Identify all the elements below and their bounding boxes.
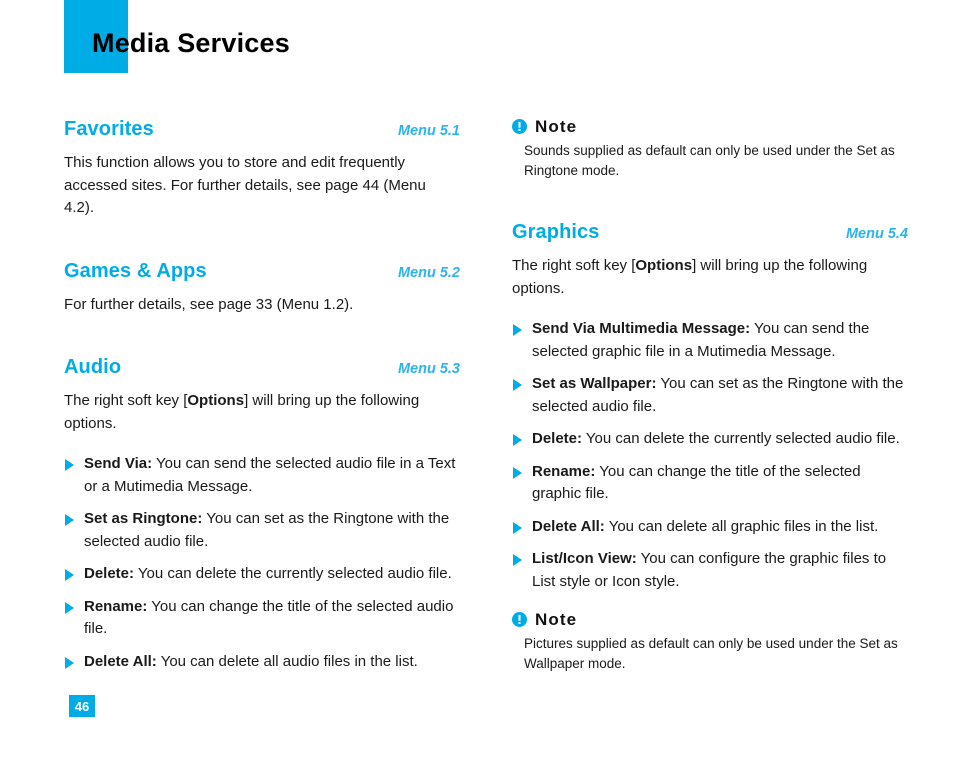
note-title: Note: [535, 610, 578, 629]
list-item-label: Rename:: [84, 597, 148, 615]
section-graphics: Graphics Menu 5.4 The right soft key [Op…: [512, 221, 908, 593]
audio-options-list: Send Via: You can send the selected audi…: [64, 453, 460, 673]
section-intro: The right soft key [Options] will bring …: [64, 390, 460, 435]
list-item-label: Delete:: [84, 565, 135, 582]
triangle-bullet-icon: [513, 434, 522, 446]
list-item-text: You can delete all audio files in the li…: [156, 652, 418, 670]
section-intro: The right soft key [Options] will bring …: [512, 255, 908, 300]
triangle-bullet-icon: [65, 601, 74, 614]
list-item-label: Delete All:: [532, 517, 605, 535]
triangle-bullet-icon: [65, 514, 74, 526]
section-menu-ref: Menu 5.3: [397, 361, 460, 377]
list-item: Send Via: You can send the selected audi…: [64, 453, 460, 498]
list-item: Send Via Multimedia Message: You can sen…: [512, 318, 908, 363]
intro-softkey-label: Options: [635, 257, 693, 274]
list-item: Delete: You can delete the currently sel…: [64, 563, 460, 586]
section-games-apps: Games & Apps Menu 5.2 For further detail…: [64, 260, 460, 317]
section-favorites: Favorites Menu 5.1 This function allows …: [64, 118, 460, 220]
list-item: Set as Wallpaper: You can set as the Rin…: [512, 373, 908, 418]
section-paragraph: This function allows you to store and ed…: [64, 154, 426, 216]
intro-softkey-label: Options: [187, 392, 245, 409]
triangle-bullet-icon: [513, 554, 522, 566]
list-item: Delete All: You can delete all graphic f…: [512, 516, 908, 539]
info-exclamation-icon: [512, 119, 527, 134]
list-item-label: Send Via:: [84, 455, 153, 472]
triangle-bullet-icon: [65, 569, 74, 581]
list-item: Delete All: You can delete all audio fil…: [64, 651, 460, 674]
section-title: Games & Apps: [64, 259, 207, 282]
list-item-text: You can delete all graphic files in the …: [604, 517, 879, 535]
info-exclamation-icon: [512, 612, 527, 627]
list-item-text: You can delete the currently selected au…: [582, 430, 900, 447]
list-item-label: Rename:: [532, 462, 596, 480]
triangle-bullet-icon: [513, 466, 522, 479]
section-menu-ref: Menu 5.4: [845, 226, 908, 242]
section-header: Games & Apps Menu 5.2: [64, 260, 460, 282]
list-item: Set as Ringtone: You can set as the Ring…: [64, 508, 460, 553]
intro-pre: The right soft key [: [64, 392, 188, 409]
triangle-bullet-icon: [513, 324, 522, 336]
right-column: Note Sounds supplied as default can only…: [512, 118, 908, 674]
intro-pre: The right soft key [: [512, 257, 636, 274]
list-item-label: Delete:: [532, 430, 583, 447]
list-item: Delete: You can delete the currently sel…: [512, 428, 908, 451]
list-item-label: Set as Ringtone:: [84, 510, 203, 527]
note-body: Sounds supplied as default can only be u…: [524, 143, 895, 178]
section-paragraph: For further details, see page 33 (Menu 1…: [64, 295, 354, 313]
note-block-bottom: Note Pictures supplied as default can on…: [512, 611, 908, 674]
left-column: Favorites Menu 5.1 This function allows …: [64, 118, 460, 673]
note-header: Note: [512, 611, 908, 628]
note-header: Note: [512, 118, 908, 135]
note-block-top: Note Sounds supplied as default can only…: [512, 118, 908, 181]
page-number-badge: 46: [69, 695, 95, 717]
list-item-label: Delete All:: [84, 652, 157, 670]
section-menu-ref: Menu 5.1: [397, 123, 460, 139]
section-title: Audio: [64, 356, 122, 378]
section-header: Audio Menu 5.3: [64, 356, 460, 378]
list-item-label: Set as Wallpaper:: [532, 375, 657, 392]
list-item: Rename: You can change the title of the …: [64, 596, 460, 641]
list-item-label: List/Icon View:: [532, 550, 637, 567]
triangle-bullet-icon: [65, 459, 74, 471]
list-item-text: You can delete the currently selected au…: [134, 565, 452, 582]
page-header: Media Services: [0, 0, 954, 92]
note-body: Pictures supplied as default can only be…: [524, 636, 898, 671]
list-item: Rename: You can change the title of the …: [512, 461, 908, 506]
section-header: Graphics Menu 5.4: [512, 221, 908, 243]
triangle-bullet-icon: [65, 656, 74, 669]
note-title: Note: [535, 117, 578, 136]
list-item: List/Icon View: You can configure the gr…: [512, 548, 908, 593]
section-audio: Audio Menu 5.3 The right soft key [Optio…: [64, 356, 460, 673]
page-title: Media Services: [92, 28, 290, 58]
list-item-label: Send Via Multimedia Message:: [532, 320, 751, 337]
triangle-bullet-icon: [513, 379, 522, 391]
section-header: Favorites Menu 5.1: [64, 118, 460, 140]
triangle-bullet-icon: [513, 521, 522, 534]
section-menu-ref: Menu 5.2: [397, 264, 460, 281]
section-title: Graphics: [512, 221, 600, 243]
graphics-options-list: Send Via Multimedia Message: You can sen…: [512, 318, 908, 593]
section-title: Favorites: [64, 118, 154, 140]
